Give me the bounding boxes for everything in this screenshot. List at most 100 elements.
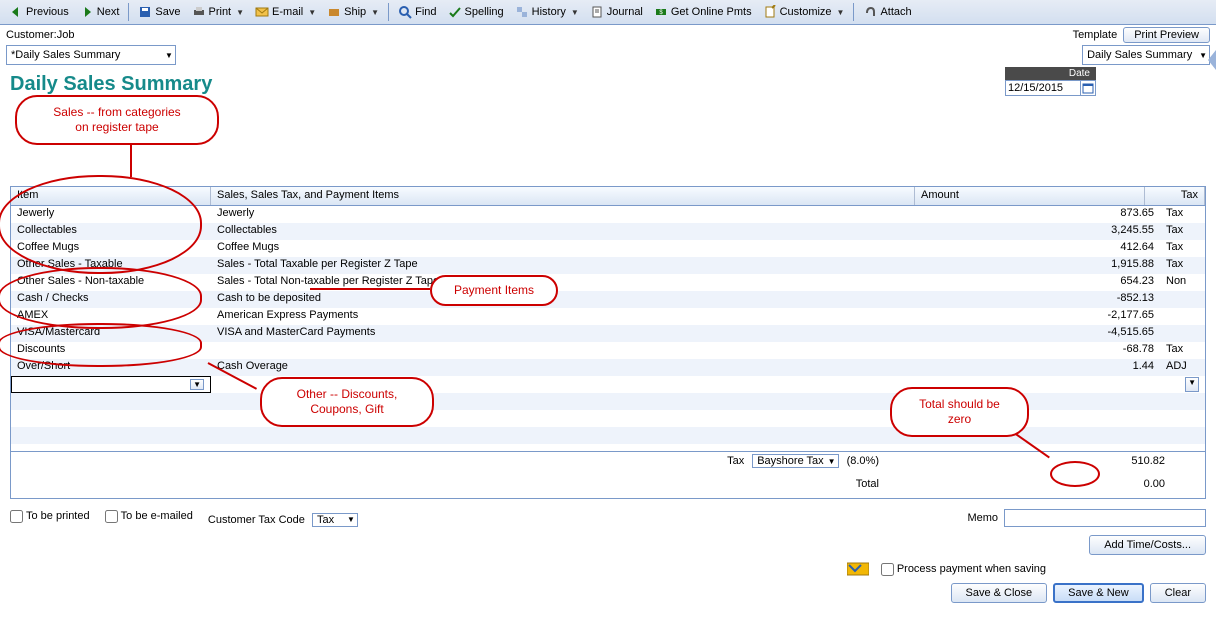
cell-tax[interactable]: Tax: [1160, 223, 1205, 240]
cell-amount[interactable]: 654.23: [930, 274, 1160, 291]
other-items-oval: [0, 323, 202, 367]
cell-tax[interactable]: [1160, 325, 1205, 342]
tax-label: Tax: [727, 455, 744, 467]
cell-desc[interactable]: Jewerly: [211, 206, 930, 223]
print-preview-button[interactable]: Print Preview: [1123, 27, 1210, 43]
cell-amount[interactable]: 873.65: [930, 206, 1160, 223]
next-button[interactable]: Next: [75, 3, 125, 21]
cell-tax[interactable]: Non: [1160, 274, 1205, 291]
dropdown-arrow-icon[interactable]: ▼: [571, 8, 579, 17]
cell-desc[interactable]: Sales - Total Taxable per Register Z Tap…: [211, 257, 930, 274]
table-row-empty[interactable]: [11, 444, 1205, 451]
col-header-tax[interactable]: Tax: [1145, 187, 1205, 205]
customer-job-value: *Daily Sales Summary: [11, 49, 161, 61]
dropdown-arrow-icon[interactable]: ▼: [371, 8, 379, 17]
save-button[interactable]: Save: [133, 3, 185, 21]
print-label: Print: [209, 6, 232, 18]
clear-button[interactable]: Clear: [1150, 583, 1206, 603]
cell-tax[interactable]: Tax: [1160, 206, 1205, 223]
tax-rate-label: (8.0%): [847, 455, 879, 467]
customize-button[interactable]: Customize ▼: [758, 3, 850, 21]
cell-tax-edit[interactable]: ▼: [1160, 376, 1205, 393]
table-row[interactable]: Over/ShortCash Overage1.44ADJ: [11, 359, 1205, 376]
chevron-down-icon[interactable]: ▼: [1185, 377, 1199, 392]
table-row[interactable]: Other Sales - TaxableSales - Total Taxab…: [11, 257, 1205, 274]
cell-tax[interactable]: Tax: [1160, 240, 1205, 257]
ship-label: Ship: [344, 6, 366, 18]
date-input[interactable]: [1006, 81, 1080, 95]
add-time-costs-button[interactable]: Add Time/Costs...: [1089, 535, 1206, 555]
customer-job-dropdown[interactable]: *Daily Sales Summary ▼: [6, 45, 176, 65]
dropdown-arrow-icon[interactable]: ▼: [236, 8, 244, 17]
cell-tax[interactable]: ADJ: [1160, 359, 1205, 376]
col-header-desc[interactable]: Sales, Sales Tax, and Payment Items: [211, 187, 915, 205]
to-be-printed-checkbox[interactable]: To be printed: [10, 510, 90, 523]
cell-tax[interactable]: [1160, 291, 1205, 308]
journal-button[interactable]: Journal: [585, 3, 648, 21]
date-header-label: Date: [1005, 67, 1096, 80]
process-payment-input[interactable]: [881, 563, 894, 576]
col-header-amount[interactable]: Amount: [915, 187, 1145, 205]
cell-amount[interactable]: -2,177.65: [930, 308, 1160, 325]
cell-desc[interactable]: VISA and MasterCard Payments: [211, 325, 930, 342]
previous-label: Previous: [26, 6, 69, 18]
cell-tax[interactable]: [1160, 308, 1205, 325]
tax-item-dropdown[interactable]: Bayshore Tax ▼: [752, 454, 838, 468]
save-close-button[interactable]: Save & Close: [951, 583, 1048, 603]
cell-item-edit[interactable]: ▼: [11, 376, 211, 393]
cell-tax[interactable]: Tax: [1160, 257, 1205, 274]
print-button[interactable]: Print ▼: [187, 3, 250, 21]
sales-items-oval: [0, 175, 202, 274]
cell-desc[interactable]: [211, 342, 930, 359]
chevron-down-icon[interactable]: ▼: [190, 379, 204, 390]
previous-icon: [9, 5, 23, 19]
to-be-emailed-input[interactable]: [105, 510, 118, 523]
cell-desc[interactable]: Cash Overage: [211, 359, 930, 376]
cell-amount[interactable]: -852.13: [930, 291, 1160, 308]
cell-amount[interactable]: -4,515.65: [930, 325, 1160, 342]
cell-amount[interactable]: -68.78: [930, 342, 1160, 359]
table-edit-row[interactable]: ▼▼: [11, 376, 1205, 393]
template-label: Template: [1073, 29, 1118, 41]
cell-amount[interactable]: 1,915.88: [930, 257, 1160, 274]
ship-button[interactable]: Ship ▼: [322, 3, 384, 21]
previous-button[interactable]: Previous: [4, 3, 74, 21]
attach-icon: [863, 5, 877, 19]
attach-label: Attach: [880, 6, 911, 18]
calendar-icon[interactable]: [1080, 81, 1095, 95]
callout-sales-text: Sales -- from categories on register tap…: [53, 105, 180, 134]
spelling-button[interactable]: Spelling: [443, 3, 509, 21]
dropdown-arrow-icon[interactable]: ▼: [837, 8, 845, 17]
callout-total: Total should be zero: [890, 387, 1029, 437]
memo-label: Memo: [967, 512, 998, 524]
email-button[interactable]: E-mail ▼: [250, 3, 321, 21]
print-icon: [192, 5, 206, 19]
get-online-pmts-label: Get Online Pmts: [671, 6, 752, 18]
to-be-emailed-label: To be e-mailed: [121, 510, 193, 522]
save-new-button[interactable]: Save & New: [1053, 583, 1144, 603]
to-be-printed-input[interactable]: [10, 510, 23, 523]
cell-amount[interactable]: 1.44: [930, 359, 1160, 376]
cell-tax[interactable]: Tax: [1160, 342, 1205, 359]
find-button[interactable]: Find: [393, 3, 441, 21]
history-button[interactable]: History ▼: [510, 3, 584, 21]
process-payment-checkbox[interactable]: Process payment when saving: [881, 563, 1046, 576]
callout-payment-text: Payment Items: [454, 283, 534, 297]
customize-icon: [763, 5, 777, 19]
cell-amount[interactable]: 412.64: [930, 240, 1160, 257]
cell-desc[interactable]: Cash to be deposited: [211, 291, 930, 308]
next-label: Next: [97, 6, 120, 18]
to-be-emailed-checkbox[interactable]: To be e-mailed: [105, 510, 193, 523]
cell-desc[interactable]: Collectables: [211, 223, 930, 240]
memo-input[interactable]: [1004, 509, 1206, 527]
cell-amount[interactable]: 3,245.55: [930, 223, 1160, 240]
get-online-pmts-button[interactable]: $ Get Online Pmts: [649, 3, 757, 21]
template-dropdown[interactable]: Daily Sales Summary ▼: [1082, 45, 1210, 65]
attach-button[interactable]: Attach: [858, 3, 916, 21]
cell-desc[interactable]: Coffee Mugs: [211, 240, 930, 257]
cust-tax-code-dropdown[interactable]: Tax ▼: [312, 513, 358, 527]
payment-items-oval: [0, 267, 202, 329]
callout-connector: [310, 288, 430, 290]
cell-desc[interactable]: American Express Payments: [211, 308, 930, 325]
dropdown-arrow-icon[interactable]: ▼: [308, 8, 316, 17]
